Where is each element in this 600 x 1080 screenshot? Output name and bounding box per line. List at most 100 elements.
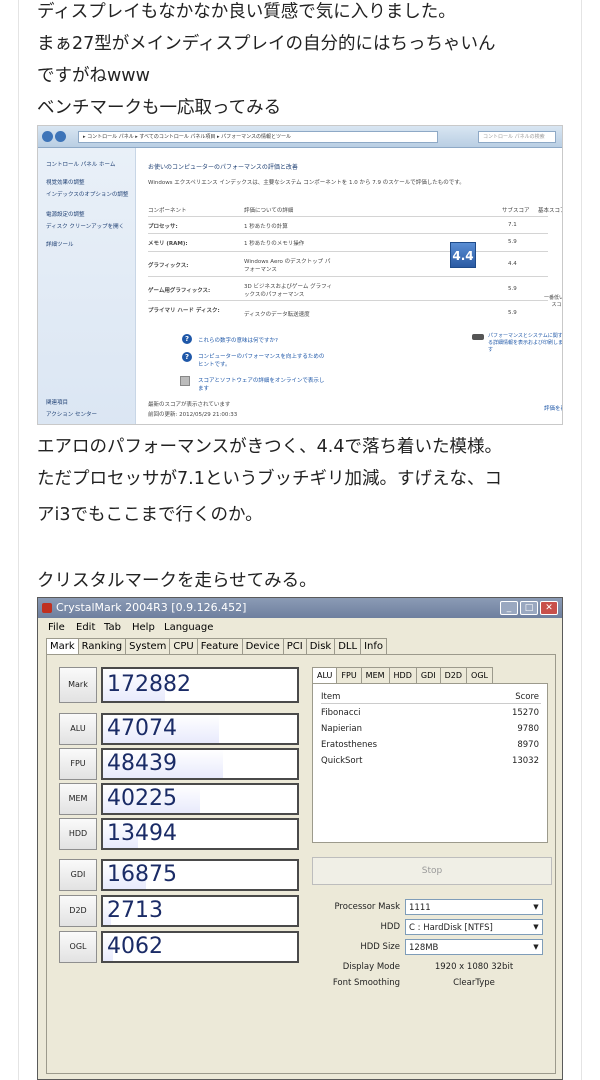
subtab-fpu[interactable]: FPU	[336, 667, 362, 683]
online-link[interactable]: スコアとソフトウェアの詳細をオンラインで表示します	[198, 376, 328, 392]
hdd-score: 13494	[101, 818, 299, 850]
hdd-row: HDD C : HardDisk [NTFS] ▼	[312, 919, 552, 935]
menu-tab[interactable]: Tab	[104, 620, 121, 636]
tab-mark[interactable]: Mark	[46, 638, 79, 655]
table-row: Fibonacci 15270	[321, 706, 541, 720]
row-name: ゲーム用グラフィックス:	[148, 288, 211, 294]
perf-description: Windows エクスペリエンス インデックスは、主要なシステム コンポーネント…	[148, 180, 465, 186]
perf-sidebar: コントロール パネル ホーム 視覚効果の調整 インデックスのオプションの調整 電…	[38, 148, 136, 424]
menu-edit[interactable]: Edit	[76, 620, 95, 636]
table-row: Napierian 9780	[321, 722, 541, 736]
paragraph: ですがねwww	[37, 66, 150, 86]
paragraph: ただプロセッサが7.1というブッチギリ加減。すげえな、コ	[37, 469, 502, 489]
score-value: 13494	[107, 821, 177, 846]
d2d-button[interactable]: D2D	[59, 895, 97, 927]
row-detail: ディスクのデータ転送速度	[244, 312, 310, 318]
sidebar-item: 視覚効果の調整	[46, 180, 85, 186]
hdd-size-select[interactable]: 128MB ▼	[405, 939, 543, 955]
perf-main: お使いのコンピューターのパフォーマンスの評価と改善 Windows エクスペリエ…	[136, 148, 563, 424]
header-item: Item	[321, 692, 341, 702]
main-tabs: Mark Ranking System CPU Feature Device PCI Disk…	[46, 638, 387, 655]
score-value: 47074	[107, 716, 177, 741]
subtab-hdd[interactable]: HDD	[388, 667, 417, 683]
alu-button[interactable]: ALU	[59, 713, 97, 745]
row-detail: 1 秒あたりの計算	[244, 224, 288, 230]
crystalmark-window: CrystalMark 2004R3 [0.9.126.452] _ □ ✕ F…	[37, 597, 563, 1080]
gdi-score: 16875	[101, 859, 299, 891]
ogl-score: 4062	[101, 931, 299, 963]
paragraph: アi3でもここまで行くのか。	[37, 505, 263, 525]
mark-button[interactable]: Mark	[59, 667, 97, 703]
hdd-button[interactable]: HDD	[59, 818, 97, 850]
chevron-down-icon: ▼	[533, 903, 539, 911]
rerun-button[interactable]: 評価を再実行	[544, 404, 562, 412]
gdi-button[interactable]: GDI	[59, 859, 97, 891]
row-score: 7.1	[508, 222, 517, 228]
font-smoothing-value: ClearType	[453, 978, 495, 988]
header-score: Score	[515, 692, 539, 702]
tab-dll[interactable]: DLL	[334, 638, 362, 654]
col-basescore: 基本スコア	[538, 208, 563, 214]
divider	[148, 300, 548, 301]
paragraph: ベンチマークも一応取ってみる	[37, 98, 282, 118]
hdd-select[interactable]: C : HardDisk [NTFS] ▼	[405, 919, 543, 935]
tips-link[interactable]: コンピューターのパフォーマンスを向上するためのヒントです。	[198, 352, 328, 368]
help-link[interactable]: これらの数字の意味は何ですか?	[198, 336, 278, 344]
menu-help[interactable]: Help	[132, 620, 155, 636]
mark-panel: Mark 172882 ALU 47074 FPU 48439 MEM 4022…	[46, 654, 556, 1074]
row-name: プライマリ ハード ディスク:	[148, 308, 220, 314]
hdd-size-row: HDD Size 128MB ▼	[312, 939, 552, 955]
breadcrumb: ▸ コントロール パネル ▸ すべてのコントロール パネル項目 ▸ パフォーマン…	[78, 131, 438, 143]
processor-mask-value: 1111	[409, 903, 431, 913]
ogl-button[interactable]: OGL	[59, 931, 97, 963]
tab-cpu[interactable]: CPU	[169, 638, 198, 654]
subtab-ogl[interactable]: OGL	[466, 667, 493, 683]
item-name: Eratosthenes	[321, 740, 378, 750]
hdd-size-value: 128MB	[409, 943, 439, 953]
minimize-button[interactable]: _	[500, 601, 518, 615]
forward-icon	[55, 131, 66, 142]
subtab-alu[interactable]: ALU	[312, 667, 338, 683]
fpu-button[interactable]: FPU	[59, 748, 97, 780]
back-icon	[42, 131, 53, 142]
tab-pci[interactable]: PCI	[282, 638, 307, 654]
row-score: 4.4	[508, 261, 517, 267]
menu-file[interactable]: File	[48, 620, 65, 636]
sidebar-item: アクション センター	[46, 412, 97, 418]
font-smoothing-label: Font Smoothing	[332, 978, 400, 988]
divider	[148, 233, 548, 234]
menu-language[interactable]: Language	[164, 620, 213, 636]
window-title: CrystalMark 2004R3 [0.9.126.452]	[56, 601, 247, 614]
subtab-mem[interactable]: MEM	[360, 667, 390, 683]
item-score: 8970	[517, 740, 539, 750]
footer-updated: 前回の更新: 2012/05/29 21:00:33	[148, 412, 238, 418]
help-icon: ?	[182, 334, 192, 344]
detail-tabs: ALU FPU MEM HDD GDI D2D OGL	[312, 667, 493, 683]
chevron-down-icon: ▼	[533, 943, 539, 951]
subtab-d2d[interactable]: D2D	[439, 667, 468, 683]
tab-info[interactable]: Info	[360, 638, 387, 654]
maximize-button[interactable]: □	[520, 601, 538, 615]
chevron-down-icon: ▼	[533, 923, 539, 931]
tab-ranking[interactable]: Ranking	[77, 638, 127, 654]
tab-feature[interactable]: Feature	[196, 638, 243, 654]
tab-disk[interactable]: Disk	[305, 638, 336, 654]
fpu-score: 48439	[101, 748, 299, 780]
perf-heading: お使いのコンピューターのパフォーマンスの評価と改善	[148, 164, 298, 171]
details-link[interactable]: パフォーマンスとシステムに関する詳細情報を表示および印刷します	[488, 332, 562, 353]
item-name: Napierian	[321, 724, 363, 734]
mem-button[interactable]: MEM	[59, 783, 97, 815]
row-score: 5.9	[508, 239, 517, 245]
stop-button[interactable]: Stop	[312, 857, 552, 885]
row-name: プロセッサ:	[148, 224, 178, 230]
table-row: QuickSort 13032	[321, 754, 541, 768]
hdd-size-label: HDD Size	[360, 942, 400, 952]
processor-mask-select[interactable]: 1111 ▼	[405, 899, 543, 915]
printer-icon	[472, 334, 484, 340]
close-button[interactable]: ✕	[540, 601, 558, 615]
hdd-value: C : HardDisk [NTFS]	[409, 923, 493, 933]
tab-system[interactable]: System	[125, 638, 171, 654]
app-icon	[42, 603, 52, 613]
tab-device[interactable]: Device	[241, 638, 284, 654]
subtab-gdi[interactable]: GDI	[415, 667, 441, 683]
